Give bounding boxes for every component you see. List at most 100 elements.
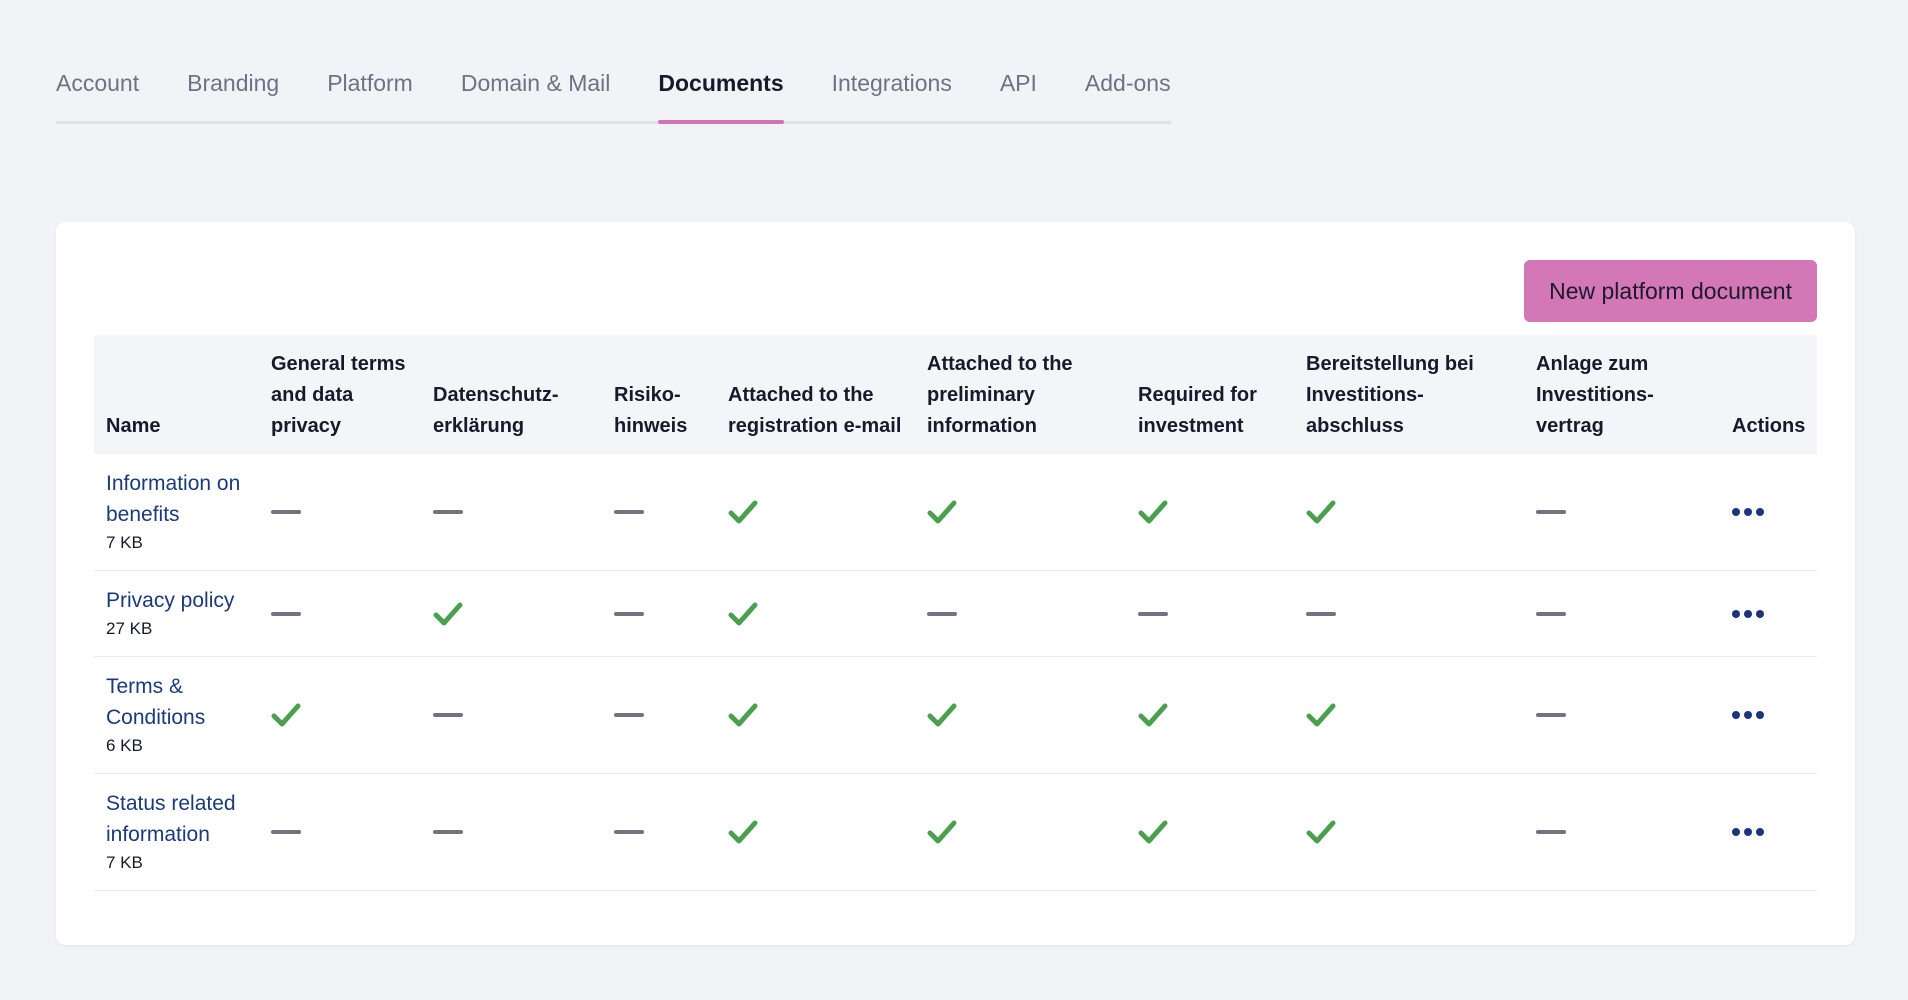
check-icon [1306, 702, 1514, 728]
dash-icon [927, 611, 957, 616]
cell-attached-registration [716, 656, 915, 774]
cell-datenschutz [421, 570, 602, 657]
cell-required-investment [1126, 570, 1294, 657]
cell-datenschutz [421, 454, 602, 571]
cell-anlage [1524, 656, 1720, 774]
check-icon [728, 601, 905, 627]
dash-icon [1536, 611, 1566, 616]
cell-risiko [602, 570, 716, 657]
dash-icon [614, 611, 644, 616]
name-cell: Terms & Conditions 6 KB [94, 656, 259, 774]
check-icon [433, 601, 592, 627]
table-row: Status related information 7 KB [94, 773, 1817, 891]
cell-actions [1720, 656, 1817, 774]
document-size: 7 KB [106, 853, 143, 872]
tab-add-ons[interactable]: Add-ons [1085, 60, 1171, 121]
documents-card: New platform document Name General terms… [56, 222, 1855, 945]
dash-icon [1306, 611, 1336, 616]
table-row: Terms & Conditions 6 KB [94, 656, 1817, 774]
dash-icon [614, 830, 644, 834]
tab-integrations[interactable]: Integrations [832, 60, 952, 121]
col-header-name: Name [94, 335, 259, 454]
cell-attached-registration [716, 570, 915, 657]
check-icon [1138, 499, 1284, 525]
table-header-row: Name General terms and data privacy Date… [94, 335, 1817, 454]
tab-domain-mail[interactable]: Domain & Mail [461, 60, 611, 121]
cell-required-investment [1126, 656, 1294, 774]
cell-actions [1720, 454, 1817, 571]
cell-general-terms [259, 656, 421, 774]
col-header-anlage: Anlage zum Investitions-vertrag [1524, 335, 1720, 454]
more-horizontal-icon[interactable] [1732, 705, 1764, 725]
table-row: Information on benefits 7 KB [94, 454, 1817, 571]
more-horizontal-icon[interactable] [1732, 604, 1764, 624]
settings-tabs: Account Branding Platform Domain & Mail … [56, 60, 1171, 124]
cell-attached-preliminary [915, 454, 1126, 571]
tab-api[interactable]: API [1000, 60, 1037, 121]
cell-bereitstellung [1294, 570, 1524, 657]
check-icon [728, 499, 905, 525]
cell-attached-registration [716, 454, 915, 571]
dash-icon [614, 510, 644, 514]
dash-icon [433, 830, 463, 834]
name-cell: Status related information 7 KB [94, 773, 259, 891]
dash-icon [271, 510, 301, 514]
cell-attached-preliminary [915, 656, 1126, 774]
cell-bereitstellung [1294, 656, 1524, 774]
col-header-datenschutz: Datenschutz-erklärung [421, 335, 602, 454]
dash-icon [1536, 713, 1566, 717]
document-size: 6 KB [106, 736, 143, 755]
check-icon [927, 499, 1116, 525]
check-icon [1138, 702, 1284, 728]
more-horizontal-icon[interactable] [1732, 822, 1764, 842]
col-header-general-terms: General terms and data privacy [259, 335, 421, 454]
document-name-link[interactable]: Information on benefits [106, 468, 249, 530]
document-size: 7 KB [106, 533, 143, 552]
dash-icon [1536, 830, 1566, 834]
more-horizontal-icon[interactable] [1732, 502, 1764, 522]
col-header-actions: Actions [1720, 335, 1817, 454]
cell-required-investment [1126, 454, 1294, 571]
cell-actions [1720, 773, 1817, 891]
new-platform-document-button[interactable]: New platform document [1524, 260, 1817, 322]
dash-icon [1536, 510, 1566, 514]
dash-icon [433, 510, 463, 514]
cell-general-terms [259, 454, 421, 571]
check-icon [927, 702, 1116, 728]
dash-icon [1138, 611, 1168, 616]
name-cell: Information on benefits 7 KB [94, 454, 259, 571]
cell-actions [1720, 570, 1817, 657]
cell-attached-preliminary [915, 773, 1126, 891]
tab-branding[interactable]: Branding [187, 60, 279, 121]
document-name-link[interactable]: Privacy policy [106, 585, 249, 616]
cell-attached-registration [716, 773, 915, 891]
dash-icon [433, 713, 463, 717]
col-header-bereitstellung: Bereitstellung bei Investitions-abschlus… [1294, 335, 1524, 454]
check-icon [728, 702, 905, 728]
tab-account[interactable]: Account [56, 60, 139, 121]
cell-risiko [602, 454, 716, 571]
cell-anlage [1524, 570, 1720, 657]
cell-risiko [602, 656, 716, 774]
dash-icon [614, 713, 644, 717]
cell-general-terms [259, 773, 421, 891]
col-header-attached-preliminary: Attached to the preliminary information [915, 335, 1126, 454]
check-icon [1306, 819, 1514, 845]
check-icon [728, 819, 905, 845]
check-icon [1138, 819, 1284, 845]
document-name-link[interactable]: Terms & Conditions [106, 671, 249, 733]
tab-documents[interactable]: Documents [658, 60, 784, 124]
table-row: Privacy policy 27 KB [94, 570, 1817, 657]
cell-required-investment [1126, 773, 1294, 891]
col-header-risiko: Risiko-hinweis [602, 335, 716, 454]
tab-platform[interactable]: Platform [327, 60, 413, 121]
document-name-link[interactable]: Status related information [106, 788, 249, 850]
check-icon [927, 819, 1116, 845]
dash-icon [271, 830, 301, 834]
cell-risiko [602, 773, 716, 891]
cell-attached-preliminary [915, 570, 1126, 657]
document-size: 27 KB [106, 619, 153, 638]
cell-datenschutz [421, 656, 602, 774]
cell-bereitstellung [1294, 454, 1524, 571]
cell-general-terms [259, 570, 421, 657]
